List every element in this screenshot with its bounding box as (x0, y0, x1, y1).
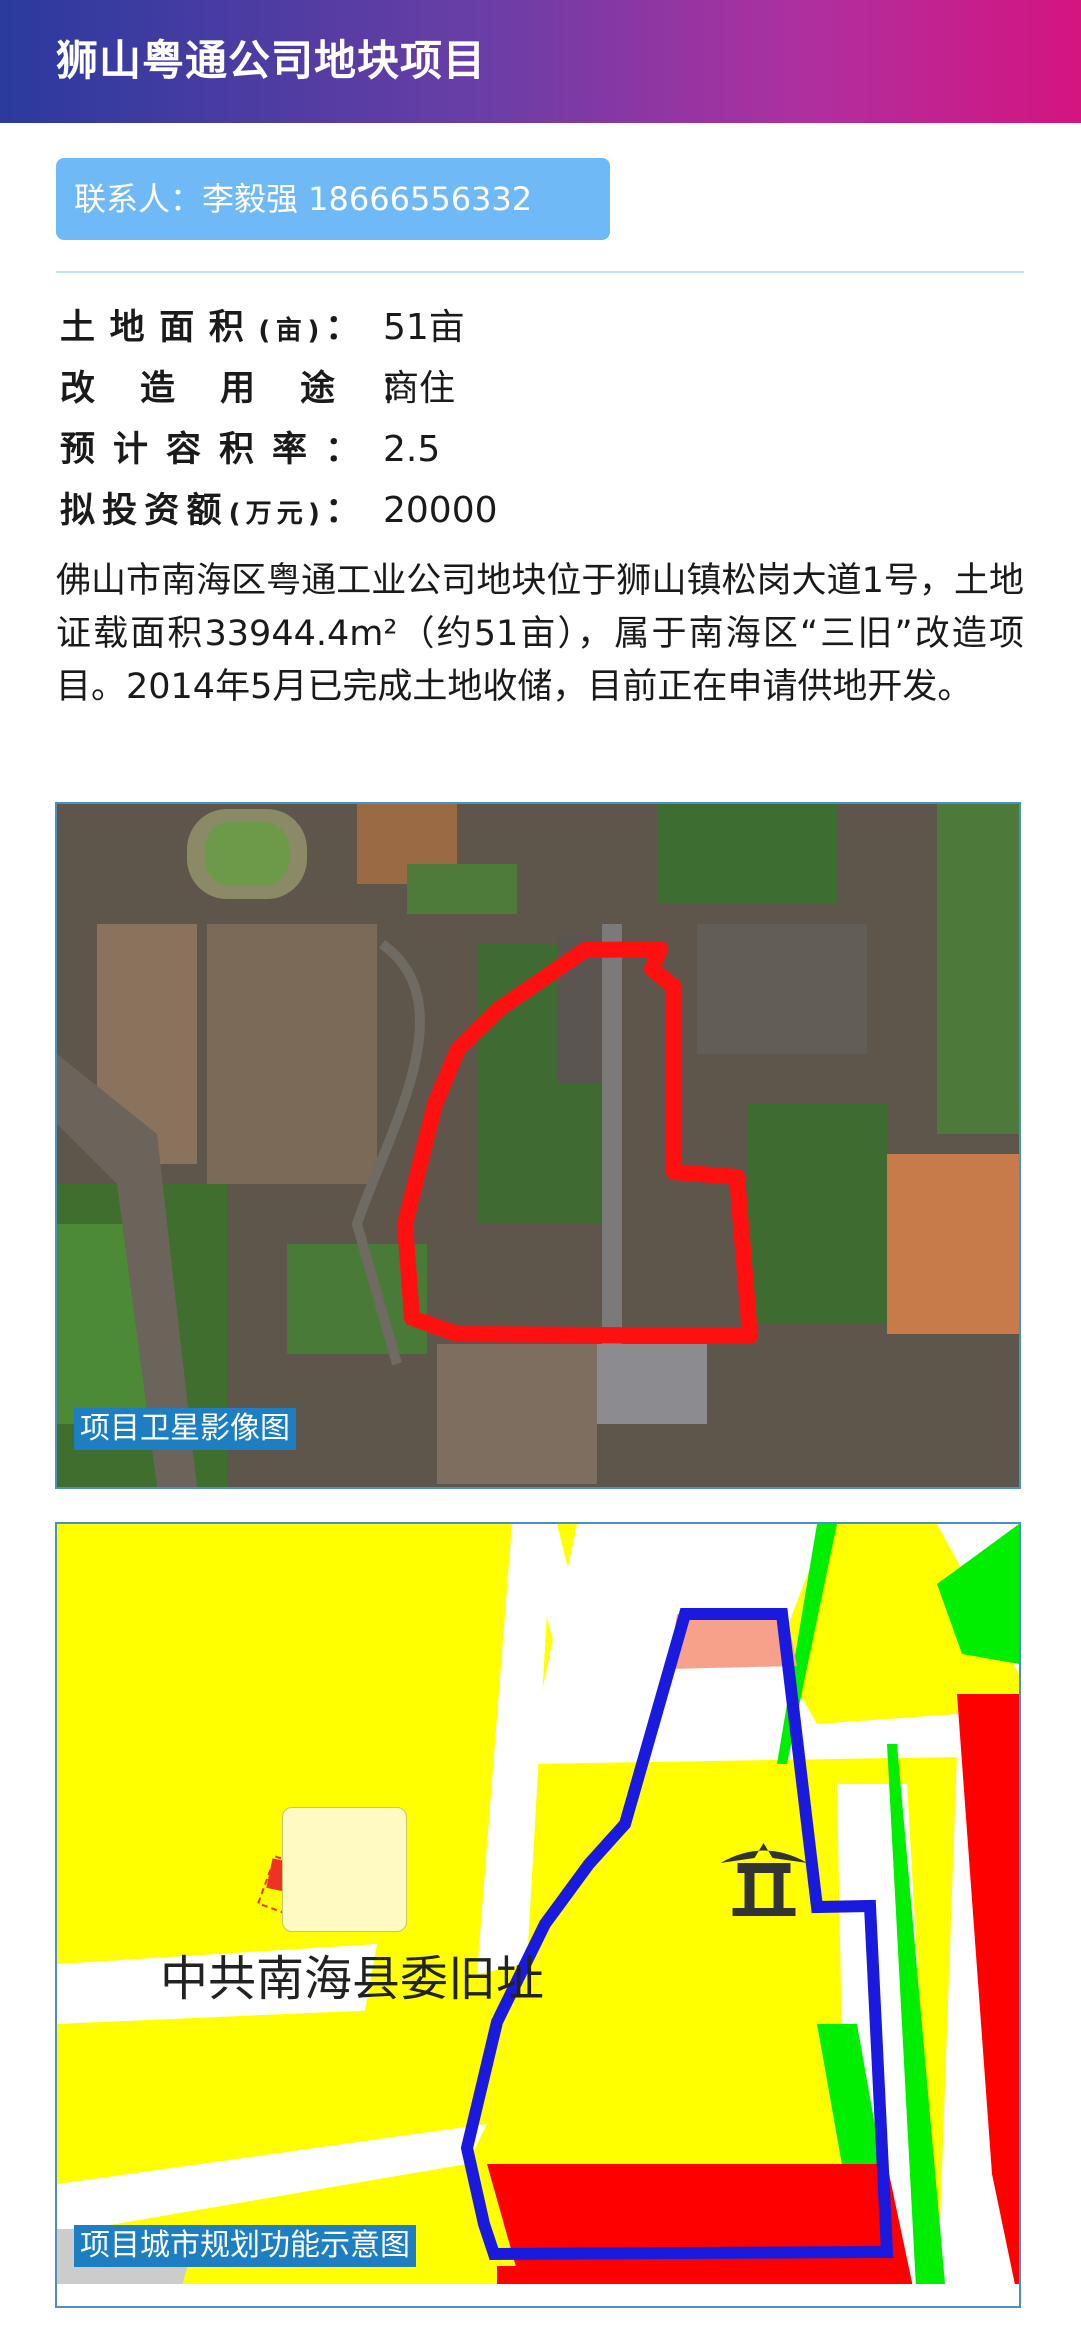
header-bar: 狮山粤通公司地块项目 (0, 0, 1081, 123)
fact-label: 拟投资额 (60, 491, 229, 531)
fact-label: 土地面积 (60, 308, 259, 348)
fact-sep: ： (319, 308, 360, 348)
contact-card[interactable]: 联系人：李毅强 18666556332 (56, 158, 610, 240)
map-caption: 项目卫星影像图 (74, 1408, 296, 1450)
fact-value: 51亩 (383, 307, 465, 348)
fact-value: 商住 (383, 368, 456, 409)
fact-row-area: 土地面积(亩)： 51亩 (60, 300, 1020, 361)
fact-row-usage: 改造用途： 商住 (60, 361, 1020, 422)
fact-label: 改造用途 (60, 369, 381, 409)
fact-row-far: 预计容积率： 2.5 (60, 422, 1020, 483)
fact-label: 预计容积率 (60, 430, 325, 470)
project-facts: 土地面积(亩)： 51亩 改造用途： 商住 预计容积率： 2.5 拟投资额(万元… (60, 300, 1020, 544)
poi-label: 中共南海县委旧址 (160, 1951, 545, 2007)
fact-label-suffix: (亩) (258, 316, 320, 346)
fact-value: 20000 (383, 490, 498, 531)
fact-value: 2.5 (383, 429, 441, 470)
satellite-imagery (57, 804, 1019, 1487)
map-caption: 项目城市规划功能示意图 (74, 2225, 416, 2267)
fact-label-suffix: (万元) (228, 499, 320, 529)
fact-sep: ： (324, 430, 360, 470)
divider (56, 271, 1024, 273)
landmark-pavilion-icon (282, 1807, 808, 1932)
page-title: 狮山粤通公司地块项目 (56, 36, 487, 85)
fact-sep: ： (319, 491, 360, 531)
project-description: 佛山市南海区粤通工业公司地块位于狮山镇松岗大道1号，土地证载面积33944.4m… (56, 561, 1024, 707)
contact-text: 联系人：李毅强 18666556332 (74, 180, 533, 218)
satellite-map[interactable]: 项目卫星影像图 (55, 802, 1021, 1489)
planning-map[interactable]: 中共南海县委旧址 项目城市规划功能示意图 (55, 1522, 1021, 2308)
fact-row-investment: 拟投资额(万元)： 20000 (60, 483, 1020, 544)
